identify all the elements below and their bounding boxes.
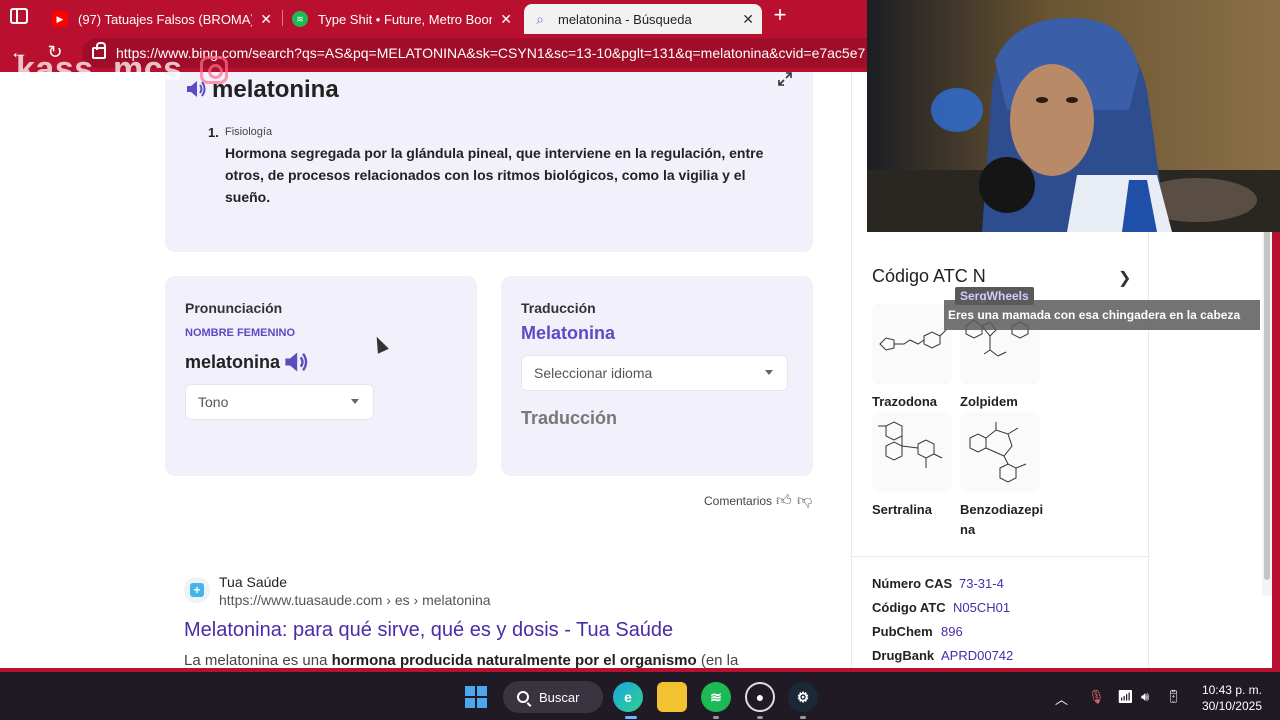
definition-text: Hormona segregada por la glándula pineal… <box>225 145 764 205</box>
cas-number-link[interactable]: 73-31-4 <box>959 576 1004 591</box>
drug-name[interactable]: Benzodiazepi na <box>960 500 1044 540</box>
property-label: DrugBank <box>872 648 935 663</box>
active-indicator <box>625 716 637 719</box>
webcam-overlay <box>867 0 1280 232</box>
tab-divider <box>282 10 283 26</box>
taskbar-search[interactable]: Buscar <box>503 681 603 713</box>
tab-actions-icon[interactable] <box>10 8 28 24</box>
site-favicon-icon: + <box>184 577 210 603</box>
definition-number: 1. <box>208 125 219 140</box>
battery-icon[interactable]: 🔋︎ <box>1165 689 1182 705</box>
definition-category: Fisiología <box>225 126 273 138</box>
property-label: Código ATC <box>872 600 946 615</box>
expand-icon[interactable] <box>778 72 792 86</box>
benzodiazepina-structure-image[interactable] <box>960 412 1040 492</box>
pronunciation-heading: Pronunciación <box>185 300 283 316</box>
taskbar: Buscar e ≋ ● ⚙ ︿ 🎙︎ 📶︎ 🔊︎ 🔋︎ 10:43 p. m.… <box>0 668 1280 720</box>
drug-name[interactable]: Trazodona <box>872 392 937 412</box>
definition-word: melatonina <box>212 76 339 103</box>
pronunciation-word: melatonina <box>185 352 281 372</box>
file-explorer-icon[interactable] <box>657 682 687 712</box>
atc-code-title[interactable]: Código ATC N <box>872 266 986 287</box>
thumbs-up-icon[interactable]: 👍︎ <box>776 492 792 510</box>
tab-title: Type Shit • Future, Metro Boomin, <box>318 11 492 27</box>
caret-down-icon <box>765 370 773 375</box>
running-indicator <box>757 716 763 719</box>
microphone-icon[interactable]: 🎙︎ <box>1088 689 1105 705</box>
search-icon <box>517 691 529 703</box>
spotify-icon: ≋ <box>292 11 308 27</box>
tone-select[interactable]: Tono <box>185 384 374 420</box>
url-text: https://www.bing.com/search?qs=AS&pq=MEL… <box>116 45 866 61</box>
result-site-name[interactable]: Tua Saúde <box>219 574 287 590</box>
close-icon[interactable]: ✕ <box>260 11 272 28</box>
chat-message: Eres una mamada con esa chingadera en la… <box>944 300 1260 330</box>
translation-output: Traducción <box>521 408 618 428</box>
feedback-label[interactable]: Comentarios <box>704 494 772 508</box>
atc-code-link[interactable]: N05CH01 <box>953 600 1010 615</box>
tab-title: (97) Tatuajes Falsos (BROMA) - Yo <box>78 11 253 27</box>
gender-label: NOMBRE FEMENINO <box>185 327 295 339</box>
spotify-icon[interactable]: ≋ <box>701 682 731 712</box>
stream-watermark: kass_mcs <box>16 50 183 88</box>
translation-heading: Traducción <box>521 300 596 316</box>
side-panel-border <box>851 72 852 668</box>
obs-icon[interactable]: ● <box>745 682 775 712</box>
chevron-right-icon[interactable]: ❯ <box>1118 268 1131 288</box>
youtube-icon: ▶ <box>52 11 68 27</box>
caret-down-icon <box>351 399 359 404</box>
clock[interactable]: 10:43 p. m. 30/10/2025 <box>1190 682 1262 714</box>
chevron-up-icon[interactable]: ︿ <box>1055 689 1068 708</box>
close-icon[interactable]: ✕ <box>742 11 754 28</box>
drug-name[interactable]: Zolpidem <box>960 392 1018 412</box>
clock-time: 10:43 p. m. <box>1201 683 1262 697</box>
instagram-icon <box>200 56 228 84</box>
sertralina-structure-image[interactable] <box>872 412 952 492</box>
wifi-icon[interactable]: 📶︎ <box>1117 689 1134 705</box>
divider <box>851 556 1148 557</box>
pubchem-link[interactable]: 896 <box>941 624 963 639</box>
speaker-icon[interactable] <box>283 351 309 373</box>
close-icon[interactable]: ✕ <box>500 11 512 28</box>
windows-start-icon[interactable] <box>465 686 487 708</box>
tab-youtube[interactable]: ▶ (97) Tatuajes Falsos (BROMA) - Yo ✕ <box>44 4 280 34</box>
property-label: PubChem <box>872 624 933 639</box>
tab-title: melatonina - Búsqueda <box>558 11 692 27</box>
result-title-link[interactable]: Melatonina: para qué sirve, qué es y dos… <box>184 619 673 642</box>
new-tab-button[interactable]: + <box>768 2 792 28</box>
snippet-bold-text: hormona producida naturalmente por el or… <box>331 652 697 668</box>
tab-bing-search[interactable]: ⌕ melatonina - Búsqueda ✕ <box>524 4 762 34</box>
trazodona-structure-image[interactable] <box>872 304 952 384</box>
property-label: Número CAS <box>872 576 953 591</box>
translation-word: Melatonina <box>521 323 616 343</box>
thumbs-down-icon[interactable]: 👎︎ <box>797 492 812 510</box>
result-url[interactable]: https://www.tuasaude.com › es › melatoni… <box>219 592 491 608</box>
tab-spotify[interactable]: ≋ Type Shit • Future, Metro Boomin, ✕ <box>284 4 520 34</box>
volume-icon[interactable]: 🔊︎ <box>1141 689 1149 705</box>
steam-icon[interactable]: ⚙ <box>788 682 818 712</box>
search-label: Buscar <box>539 689 580 705</box>
drugbank-link[interactable]: APRD00742 <box>941 648 1013 663</box>
drug-name[interactable]: Sertralina <box>872 500 932 520</box>
language-select-label: Seleccionar idioma <box>534 365 653 381</box>
clock-date: 30/10/2025 <box>1201 699 1262 713</box>
webcam-video-image <box>867 0 1280 232</box>
snippet-text: La melatonina es una <box>184 652 332 668</box>
snippet-text: (en la <box>696 652 739 668</box>
search-icon: ⌕ <box>536 10 544 27</box>
result-snippet: La melatonina es una hormona producida n… <box>184 652 738 668</box>
running-indicator <box>713 716 719 719</box>
running-indicator <box>800 716 806 719</box>
tone-select-label: Tono <box>198 394 229 410</box>
edge-icon[interactable]: e <box>613 682 643 712</box>
language-select[interactable]: Seleccionar idioma <box>521 355 788 391</box>
